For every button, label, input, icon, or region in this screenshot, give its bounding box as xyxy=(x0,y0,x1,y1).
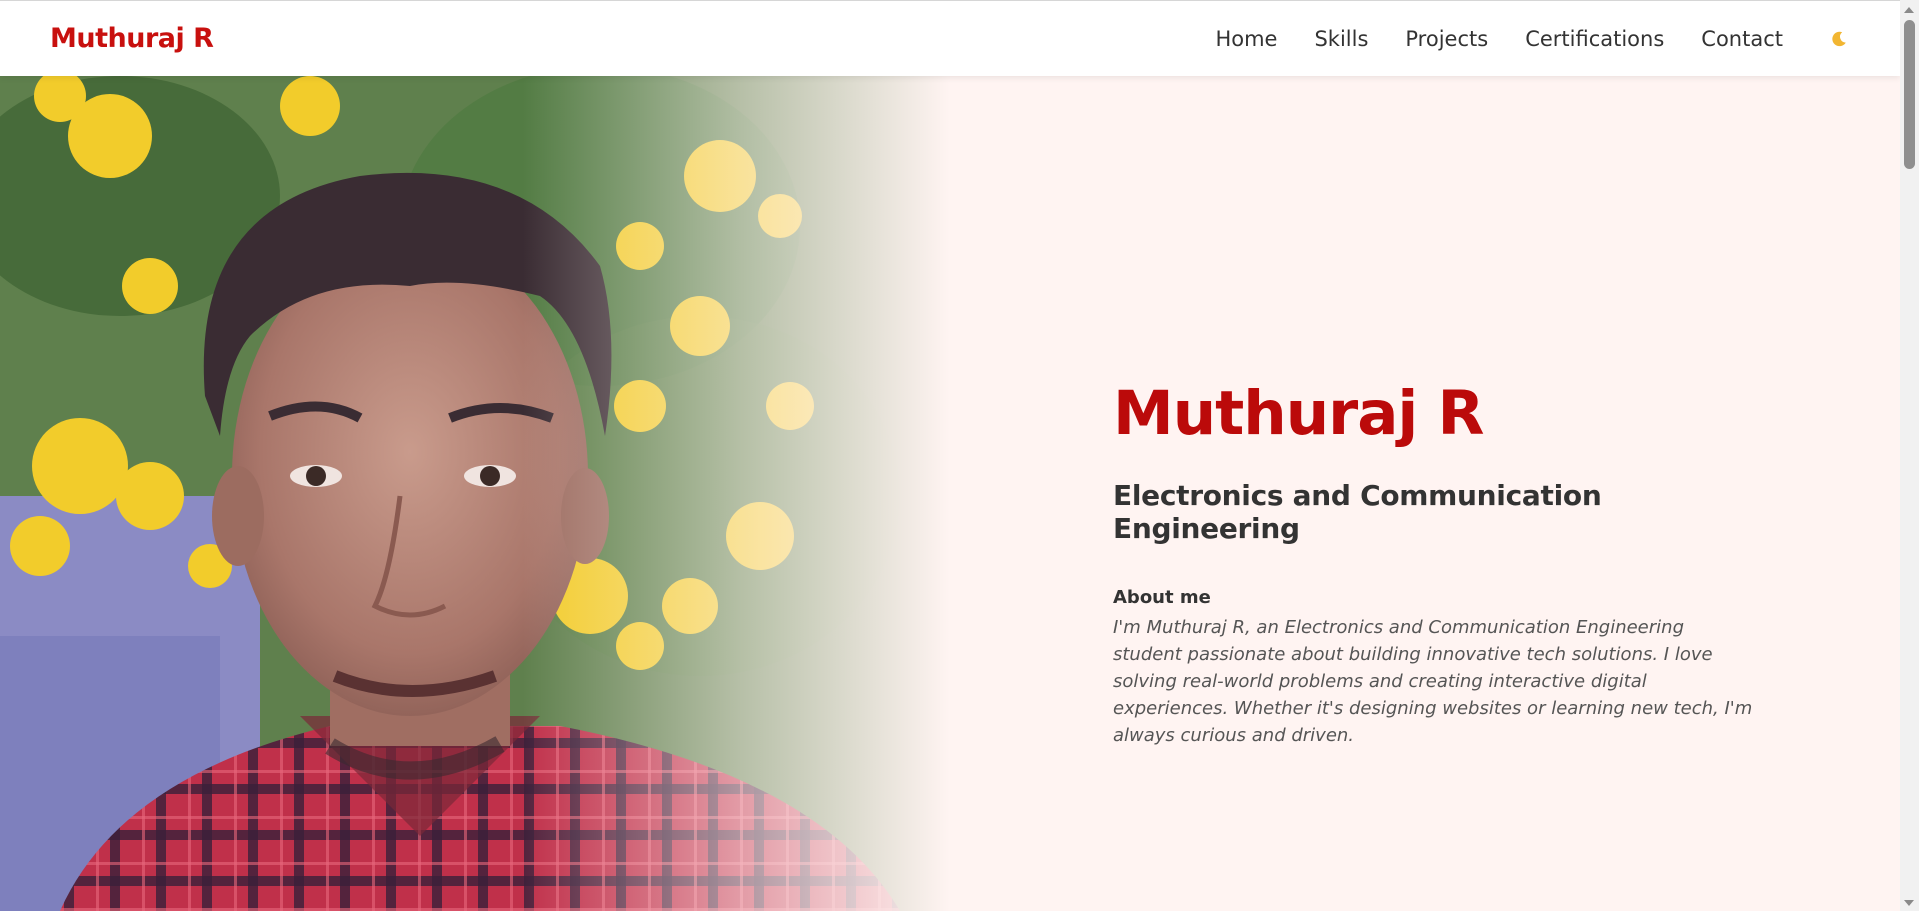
navbar: Muthuraj R Home Skills Projects Certific… xyxy=(0,0,1900,76)
moon-icon xyxy=(1832,31,1846,46)
hero-text: Muthuraj R Electronics and Communication… xyxy=(1113,378,1773,749)
nav-link-certifications[interactable]: Certifications xyxy=(1525,27,1664,51)
hero-name: Muthuraj R xyxy=(1113,378,1485,449)
scroll-up-arrow-icon[interactable] xyxy=(1904,7,1914,13)
brand-logo[interactable]: Muthuraj R xyxy=(50,23,214,54)
theme-toggle-button[interactable] xyxy=(1826,26,1852,52)
nav-links: Home Skills Projects Certifications Cont… xyxy=(1215,26,1852,52)
about-text: I'm Muthuraj R, an Electronics and Commu… xyxy=(1113,617,1753,746)
nav-link-projects[interactable]: Projects xyxy=(1405,27,1488,51)
photo-fade-overlay xyxy=(0,76,950,911)
scrollbar[interactable] xyxy=(1900,0,1919,911)
nav-link-contact[interactable]: Contact xyxy=(1701,27,1783,51)
about-heading: About me xyxy=(1113,587,1211,608)
scroll-down-arrow-icon[interactable] xyxy=(1904,900,1914,906)
profile-photo xyxy=(0,76,950,911)
hero-subtitle: Electronics and Communication Engineerin… xyxy=(1113,479,1602,545)
scrollbar-thumb[interactable] xyxy=(1904,20,1915,169)
nav-link-home[interactable]: Home xyxy=(1215,27,1277,51)
nav-link-skills[interactable]: Skills xyxy=(1314,27,1368,51)
hero-section: Muthuraj R Electronics and Communication… xyxy=(0,76,1900,911)
